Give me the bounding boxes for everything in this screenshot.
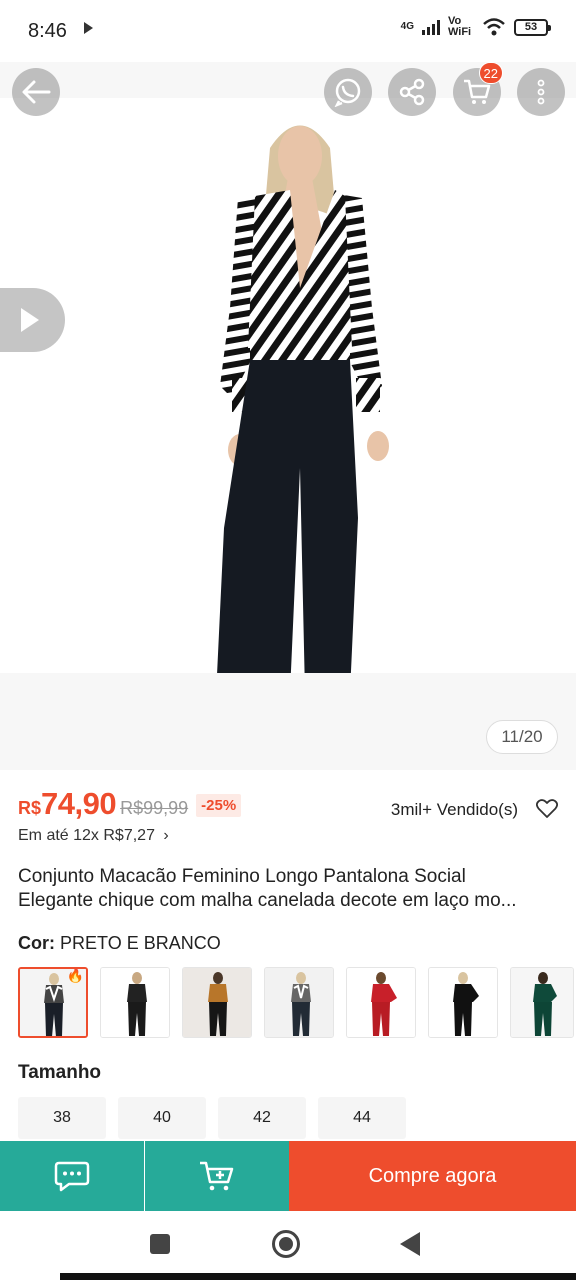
variant-image xyxy=(511,968,573,1037)
favorite-button[interactable] xyxy=(535,799,559,824)
bottom-action-bar: Compre agora xyxy=(0,1141,576,1211)
network-type: 4G xyxy=(400,21,414,32)
price-value: 74,90 xyxy=(41,786,117,821)
product-page: 8:46 4G Vo WiFi 53 22 11/20 R$ 74,90 R$9… xyxy=(0,0,576,1280)
variant-thumbnail[interactable] xyxy=(264,967,334,1038)
add-to-cart-button[interactable] xyxy=(145,1141,289,1211)
chevron-right-icon: › xyxy=(163,827,169,844)
product-title-line-2: Elegante chique com malha canelada decot… xyxy=(18,890,517,911)
product-title-line-1: Conjunto Macacão Feminino Longo Pantalon… xyxy=(18,866,466,887)
status-bar: 8:46 4G Vo WiFi 53 xyxy=(0,0,576,62)
model-illustration xyxy=(216,125,389,696)
status-indicators: 4G Vo WiFi 53 xyxy=(400,15,551,38)
variant-thumbnail[interactable] xyxy=(510,967,574,1038)
media-playing-icon xyxy=(84,22,93,34)
buy-now-button[interactable]: Compre agora xyxy=(289,1141,576,1211)
home-icon[interactable] xyxy=(272,1230,300,1258)
image-counter: 11/20 xyxy=(486,720,558,754)
installments-text: Em até 12x R$7,27 xyxy=(18,827,155,844)
signal-icon xyxy=(422,19,440,35)
vowifi-label: Vo WiFi xyxy=(448,15,472,38)
back-button[interactable] xyxy=(12,68,60,116)
variant-image xyxy=(101,968,169,1037)
variant-image xyxy=(265,968,333,1037)
color-variants: 🔥 xyxy=(18,967,574,1038)
whatsapp-icon xyxy=(334,78,361,107)
size-option[interactable]: 40 xyxy=(118,1097,206,1139)
product-title: Conjunto Macacão Feminino Longo Pantalon… xyxy=(18,865,563,913)
original-price: R$99,99 xyxy=(120,798,189,818)
more-vertical-icon xyxy=(537,79,545,105)
share-icon xyxy=(399,78,425,106)
installments-link[interactable]: Em até 12x R$7,27 › xyxy=(18,827,169,845)
add-to-cart-icon xyxy=(200,1161,234,1191)
heart-icon xyxy=(535,799,559,818)
price-currency: R$ xyxy=(18,798,42,818)
wifi-icon xyxy=(483,18,505,36)
sold-count: 3mil+ Vendido(s) xyxy=(390,800,518,819)
cart-button[interactable]: 22 xyxy=(453,62,503,116)
status-time: 8:46 xyxy=(28,20,67,42)
size-option[interactable]: 44 xyxy=(318,1097,406,1139)
variant-image xyxy=(183,968,251,1037)
whatsapp-share-button[interactable] xyxy=(324,68,372,116)
variant-thumbnail[interactable]: 🔥 xyxy=(18,967,88,1038)
size-options: 38 40 42 44 xyxy=(18,1097,406,1139)
more-options-button[interactable] xyxy=(517,68,565,116)
share-button[interactable] xyxy=(388,68,436,116)
color-value: PRETO E BRANCO xyxy=(60,933,221,953)
recent-apps-icon[interactable] xyxy=(150,1234,170,1254)
discount-badge: -25% xyxy=(196,794,242,817)
variant-thumbnail[interactable] xyxy=(182,967,252,1038)
size-option[interactable]: 42 xyxy=(218,1097,306,1139)
battery-icon: 53 xyxy=(514,18,551,36)
size-option[interactable]: 38 xyxy=(18,1097,106,1139)
play-video-button[interactable] xyxy=(0,288,65,352)
variant-thumbnail[interactable] xyxy=(346,967,416,1038)
back-arrow-icon xyxy=(22,80,51,104)
price-row: R$ 74,90 R$99,99 -25% xyxy=(18,786,242,822)
product-image-carousel[interactable]: 22 11/20 xyxy=(0,62,576,770)
color-section-label: Cor: PRETO E BRANCO xyxy=(18,933,221,954)
chat-button[interactable] xyxy=(0,1141,144,1211)
hot-flame-icon: 🔥 xyxy=(66,967,84,983)
product-photo xyxy=(0,98,576,696)
variant-thumbnail[interactable] xyxy=(428,967,498,1038)
gesture-bar xyxy=(60,1273,576,1280)
variant-thumbnail[interactable] xyxy=(100,967,170,1038)
size-section-label: Tamanho xyxy=(18,1062,102,1083)
system-nav-bar xyxy=(0,1211,576,1280)
color-label: Cor: xyxy=(18,933,55,953)
chat-icon xyxy=(54,1161,90,1192)
variant-image xyxy=(347,968,415,1037)
play-icon xyxy=(20,308,39,332)
cart-count-badge: 22 xyxy=(478,62,503,84)
variant-image xyxy=(429,968,497,1037)
back-icon[interactable] xyxy=(400,1232,420,1256)
